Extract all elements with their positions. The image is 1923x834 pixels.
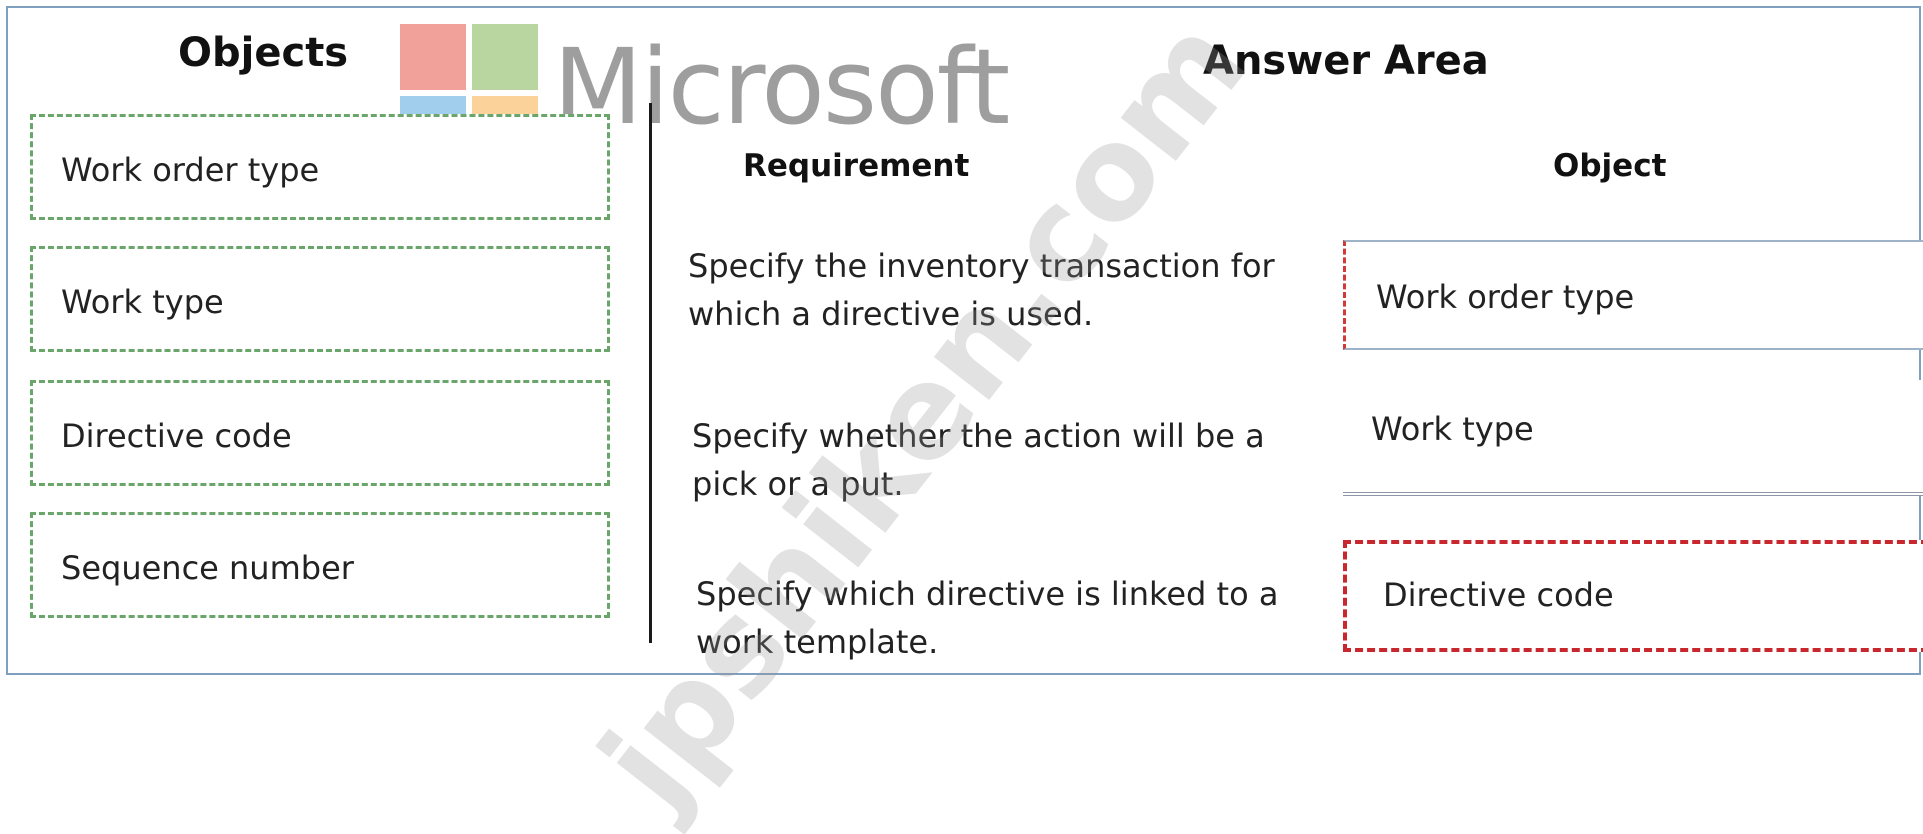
draggable-object-work-order-type[interactable]: Work order type (30, 114, 610, 220)
answer-drop-target[interactable]: Directive code (1343, 540, 1923, 652)
draggable-object-directive-code[interactable]: Directive code (30, 380, 610, 486)
draggable-object-work-type[interactable]: Work type (30, 246, 610, 352)
column-divider (649, 103, 652, 643)
requirement-text: Specify the inventory transaction for wh… (688, 247, 1275, 333)
answer-area-heading: Answer Area (1203, 38, 1489, 84)
draggable-object-sequence-number[interactable]: Sequence number (30, 512, 610, 618)
question-frame: Objects Microsoft Answer Area Work order… (6, 0, 1923, 834)
microsoft-wordmark: Microsoft (553, 26, 1010, 148)
objects-heading: Objects (178, 30, 349, 76)
object-label: Directive code (61, 417, 292, 455)
answer-drop-target[interactable]: Work type (1343, 380, 1923, 496)
object-column-header: Object (1553, 148, 1667, 184)
answer-value: Directive code (1383, 576, 1614, 614)
answer-drop-target[interactable]: Work order type (1343, 240, 1923, 350)
logo-tile-red (400, 24, 466, 90)
object-label: Work type (61, 283, 224, 321)
logo-tile-green (472, 24, 538, 90)
requirement-text: Specify which directive is linked to a w… (696, 575, 1279, 661)
answer-value: Work type (1371, 410, 1534, 448)
requirement-text: Specify whether the action will be a pic… (692, 417, 1265, 503)
object-label: Sequence number (61, 549, 354, 587)
requirement-column-header: Requirement (743, 148, 970, 184)
object-label: Work order type (61, 151, 320, 189)
answer-value: Work order type (1376, 278, 1635, 316)
